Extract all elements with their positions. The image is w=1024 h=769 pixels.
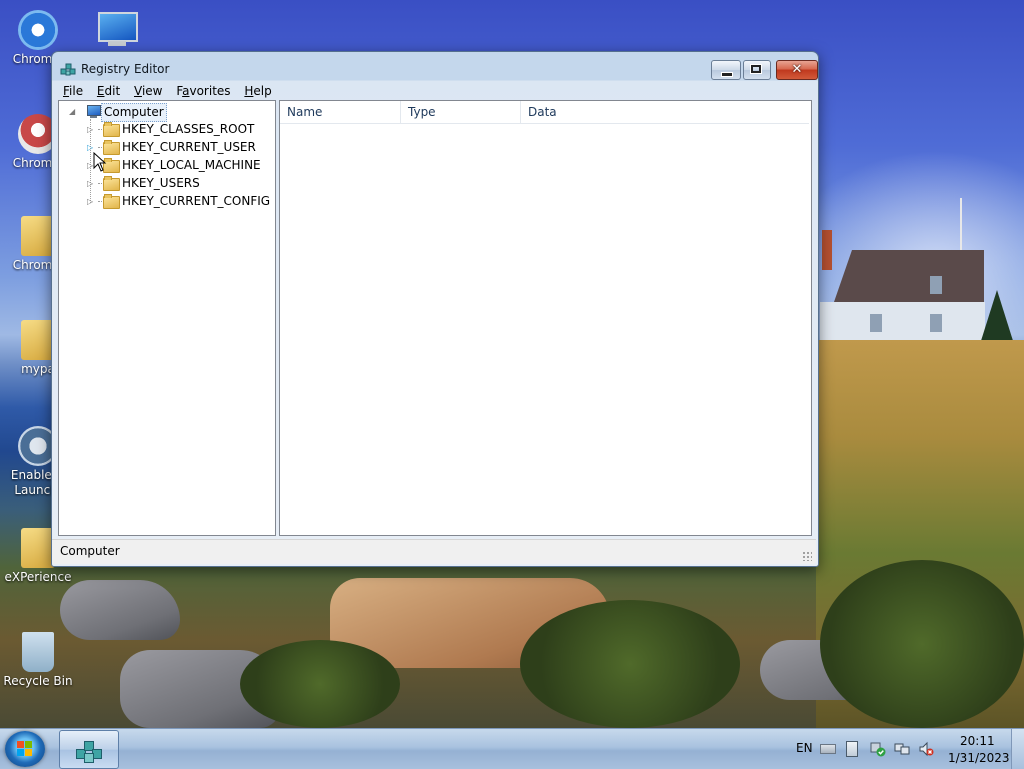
folder-icon bbox=[103, 122, 120, 137]
folder-icon bbox=[21, 528, 55, 568]
desktop-icon-label: Recycle Bin bbox=[3, 674, 73, 688]
client-area: ◢ Computer ▷ HKEY_CLASSES_ROOT ▷ HKEY_CU… bbox=[58, 100, 812, 536]
folder-chromium-icon bbox=[21, 216, 55, 256]
minimize-icon bbox=[721, 72, 733, 77]
action-center-icon[interactable] bbox=[870, 741, 886, 757]
menu-accel: E bbox=[96, 84, 105, 98]
language-indicator[interactable]: EN bbox=[796, 741, 813, 755]
menu-rest: elp bbox=[253, 84, 272, 98]
tree-node-hkey-users[interactable]: ▷ HKEY_USERS bbox=[67, 175, 267, 192]
tree-label: HKEY_CURRENT_USER bbox=[122, 140, 256, 154]
values-list[interactable]: Name Type Data bbox=[279, 100, 812, 536]
taskbar: EN 20:11 1/31/2023 bbox=[0, 728, 1024, 769]
lighthouse-house bbox=[820, 230, 985, 346]
expand-arrow-icon[interactable]: ▷ bbox=[87, 179, 96, 188]
menu-rest: iew bbox=[141, 84, 163, 98]
bush bbox=[820, 560, 1024, 728]
menu-rest: ile bbox=[69, 84, 84, 98]
close-icon: ✕ bbox=[791, 62, 803, 77]
expand-arrow-icon[interactable]: ▷ bbox=[87, 143, 96, 152]
close-button[interactable]: ✕ bbox=[776, 60, 818, 80]
menu-accel: V bbox=[134, 84, 142, 98]
desktop-icon-label: eXPerience bbox=[4, 570, 72, 584]
menu-help[interactable]: Help bbox=[239, 82, 276, 100]
rock bbox=[60, 580, 180, 640]
tree-label: HKEY_LOCAL_MACHINE bbox=[122, 158, 261, 172]
menu-file[interactable]: File bbox=[58, 82, 88, 100]
column-header-data[interactable]: Data bbox=[521, 101, 809, 124]
minimize-button[interactable] bbox=[711, 60, 741, 80]
tree-node-computer[interactable]: ◢ Computer bbox=[67, 103, 267, 122]
computer-icon bbox=[85, 104, 101, 118]
menu-bar: File Edit View Favorites Help bbox=[58, 82, 812, 100]
show-desktop-button[interactable] bbox=[1011, 729, 1024, 769]
status-bar: Computer bbox=[52, 539, 816, 564]
clock-time[interactable]: 20:11 bbox=[960, 734, 995, 748]
tree-label-computer: Computer bbox=[101, 103, 167, 122]
start-button[interactable] bbox=[5, 731, 45, 767]
regedit-icon bbox=[60, 63, 76, 76]
maximize-icon bbox=[750, 64, 762, 74]
column-header-type[interactable]: Type bbox=[401, 101, 521, 124]
menu-view[interactable]: View bbox=[129, 82, 167, 100]
status-text: Computer bbox=[60, 544, 120, 558]
network-icon[interactable] bbox=[894, 741, 910, 755]
clock-date[interactable]: 1/31/2023 bbox=[948, 751, 1010, 765]
expand-arrow-icon[interactable]: ▷ bbox=[87, 197, 96, 206]
desktop-icon-recycle-bin[interactable]: Recycle Bin bbox=[0, 632, 76, 689]
title-bar[interactable]: Registry Editor ✕ bbox=[52, 52, 818, 82]
taskbar-button-registry-editor[interactable] bbox=[59, 730, 119, 769]
bush bbox=[520, 600, 740, 728]
tree-label: HKEY_CLASSES_ROOT bbox=[122, 122, 255, 136]
menu-rest: vorites bbox=[189, 84, 231, 98]
registry-tree[interactable]: ◢ Computer ▷ HKEY_CLASSES_ROOT ▷ HKEY_CU… bbox=[58, 100, 276, 536]
system-tray: EN 20:11 1/31/2023 bbox=[790, 729, 1024, 769]
registry-editor-window[interactable]: Registry Editor ✕ File Edit View Favorit… bbox=[51, 51, 819, 567]
column-header-name[interactable]: Name bbox=[280, 101, 401, 124]
computer-desktop-icon[interactable] bbox=[94, 10, 138, 48]
volume-muted-icon[interactable] bbox=[918, 741, 934, 757]
tree-label: HKEY_CURRENT_CONFIG bbox=[122, 194, 271, 208]
folder-icon bbox=[21, 320, 55, 360]
maximize-button[interactable] bbox=[743, 60, 771, 80]
resize-grip-icon[interactable] bbox=[802, 551, 812, 561]
folder-icon bbox=[103, 176, 120, 191]
recycle-bin-icon bbox=[22, 632, 54, 672]
folder-icon bbox=[103, 194, 120, 209]
collapse-arrow-icon[interactable]: ◢ bbox=[69, 107, 78, 116]
menu-favorites[interactable]: Favorites bbox=[171, 82, 235, 100]
tree-node-hkey-classes-root[interactable]: ▷ HKEY_CLASSES_ROOT bbox=[67, 121, 267, 138]
keyboard-icon[interactable] bbox=[820, 744, 836, 754]
chromium-shortcut-icon bbox=[18, 10, 58, 50]
device-icon[interactable] bbox=[846, 741, 858, 757]
menu-edit[interactable]: Edit bbox=[92, 82, 125, 100]
bush bbox=[240, 640, 400, 728]
regedit-icon bbox=[76, 737, 102, 763]
window-title: Registry Editor bbox=[81, 62, 170, 76]
tree-node-hkey-current-config[interactable]: ▷ HKEY_CURRENT_CONFIG bbox=[67, 193, 272, 210]
tree-label: HKEY_USERS bbox=[122, 176, 200, 190]
windows-logo-icon bbox=[17, 741, 33, 757]
expand-arrow-icon[interactable]: ▷ bbox=[87, 125, 96, 134]
menu-rest: dit bbox=[104, 84, 121, 98]
